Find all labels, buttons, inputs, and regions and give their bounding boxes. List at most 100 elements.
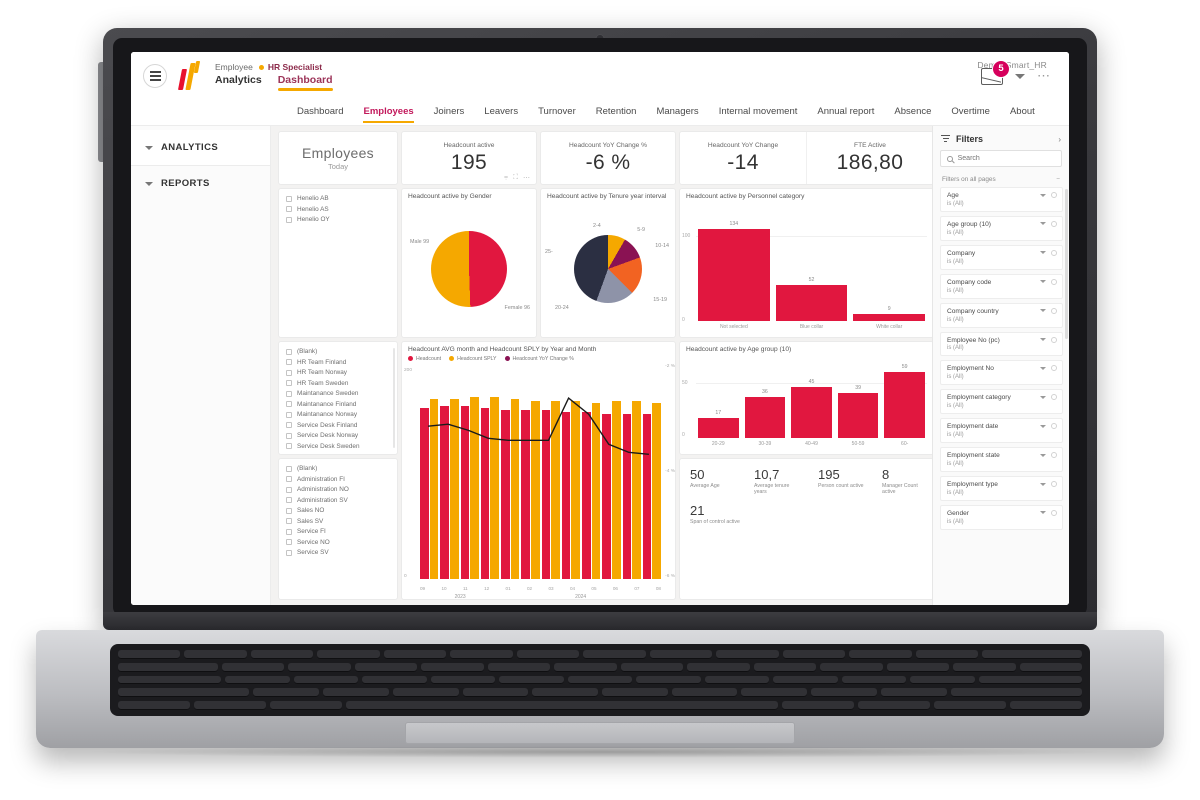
checkbox-icon[interactable] [286, 411, 292, 418]
checkbox-icon[interactable] [286, 465, 292, 472]
tab-internal-movement[interactable]: Internal movement [719, 106, 798, 119]
chevron-down-icon[interactable] [1040, 511, 1046, 515]
chevron-down-icon[interactable] [1040, 193, 1046, 197]
clear-filter-icon[interactable] [1051, 509, 1057, 516]
filter-card-company-code[interactable]: Company code is (All) [940, 273, 1063, 299]
filter-card-employment-state[interactable]: Employment state is (All) [940, 447, 1063, 473]
checkbox-icon[interactable] [286, 369, 292, 376]
chevron-down-icon[interactable] [1040, 482, 1046, 486]
checkbox-icon[interactable] [286, 486, 292, 493]
tab-dashboard[interactable]: Dashboard [297, 106, 343, 119]
checkbox-icon[interactable] [286, 507, 292, 514]
menu-icon[interactable] [143, 64, 167, 88]
kpi-headcount-yoy-change-pct[interactable]: Headcount YoY Change % -6 % [541, 132, 675, 184]
bar[interactable]: 9 White collar [853, 306, 926, 330]
filter-card-company-country[interactable]: Company country is (All) [940, 302, 1063, 328]
list-item[interactable]: Henelio AS [286, 206, 390, 213]
scrollbar[interactable] [1065, 189, 1068, 339]
scrollbar[interactable] [393, 348, 395, 448]
list-item[interactable]: Henelio OY [286, 216, 390, 223]
checkbox-icon[interactable] [286, 539, 292, 545]
checkbox-icon[interactable] [286, 401, 292, 407]
tab-annual-report[interactable]: Annual report [817, 106, 874, 119]
checkbox-icon[interactable] [286, 549, 292, 556]
clear-filter-icon[interactable] [1051, 336, 1057, 343]
kpi-headcount-yoy-change[interactable]: Headcount YoY Change -14 [680, 132, 807, 184]
clear-filter-icon[interactable] [1051, 278, 1057, 285]
checkbox-icon[interactable] [286, 216, 292, 223]
list-item[interactable]: Service NO [286, 539, 390, 546]
clear-filter-icon[interactable] [1051, 481, 1057, 488]
list-item[interactable]: HR Team Finland [286, 359, 390, 366]
filter-card-gender[interactable]: Gender is (All) [940, 504, 1063, 530]
clear-filter-icon[interactable] [1051, 365, 1057, 372]
clear-filter-icon[interactable] [1051, 423, 1057, 430]
bar[interactable]: 59 60- [884, 364, 925, 447]
list-item[interactable]: HR Team Norway [286, 369, 390, 376]
filter-card-employee-no[interactable]: Employee No (pc) is (All) [940, 331, 1063, 357]
list-item[interactable]: Sales SV [286, 518, 390, 525]
chart-headcount-by-age-group[interactable]: Headcount active by Age group (10) 50 0 … [680, 342, 932, 454]
chart-headcount-by-gender[interactable]: Headcount active by Gender Male 99 Femal… [402, 189, 536, 337]
clear-filter-icon[interactable] [1051, 452, 1057, 459]
list-item[interactable]: Maintanance Sweden [286, 390, 390, 397]
tab-absence[interactable]: Absence [894, 106, 931, 119]
checkbox-icon[interactable] [286, 390, 292, 397]
chevron-down-icon[interactable] [1040, 309, 1046, 313]
checkbox-icon[interactable] [286, 443, 292, 449]
slicer-team[interactable]: (Blank) HR Team Finland HR Team Norway H… [279, 342, 397, 454]
list-item[interactable]: Service Desk Sweden [286, 443, 390, 450]
focus-mode-icon[interactable]: ⛶ [513, 174, 518, 182]
summary-metrics-card[interactable]: 50 Average Age 10,7 Average tenure years… [680, 459, 932, 599]
tab-overtime[interactable]: Overtime [951, 106, 990, 119]
checkbox-icon[interactable] [286, 359, 292, 365]
filters-search[interactable] [940, 150, 1062, 167]
list-item[interactable]: Maintanance Finland [286, 401, 390, 408]
filter-card-age-group[interactable]: Age group (10) is (All) [940, 215, 1063, 241]
tab-about[interactable]: About [1010, 106, 1035, 119]
list-item[interactable]: Service Desk Finland [286, 422, 390, 429]
tab-employees[interactable]: Employees [363, 106, 414, 123]
tab-leavers[interactable]: Leavers [484, 106, 518, 119]
clear-filter-icon[interactable] [1051, 394, 1057, 401]
list-item[interactable]: Henelio AB [286, 195, 390, 202]
bar[interactable]: 52 Blue collar [775, 277, 848, 330]
legend-item-headcount-sply[interactable]: Headcount SPLY [449, 356, 497, 362]
filter-card-age[interactable]: Age is (All) [940, 187, 1063, 212]
list-item[interactable]: Maintanance Norway [286, 411, 390, 418]
chart-headcount-avg-vs-sply[interactable]: Headcount AVG month and Headcount SPLY b… [402, 342, 675, 599]
tab-joiners[interactable]: Joiners [434, 106, 465, 119]
list-item[interactable]: (Blank) [286, 465, 390, 472]
tab-retention[interactable]: Retention [596, 106, 637, 119]
chevron-down-icon[interactable] [1040, 366, 1046, 370]
filter-card-company[interactable]: Company is (All) [940, 244, 1063, 270]
mail-icon[interactable]: 5 [981, 59, 1010, 85]
tab-managers[interactable]: Managers [656, 106, 698, 119]
more-options-icon[interactable]: ⋯ [523, 174, 530, 182]
clear-filter-icon[interactable] [1051, 220, 1057, 227]
expand-pane-icon[interactable]: › [1058, 135, 1061, 144]
visual-toolbar[interactable]: ⩦ ⛶ ⋯ [504, 174, 530, 182]
chevron-down-icon[interactable] [1040, 338, 1046, 342]
checkbox-icon[interactable] [286, 206, 292, 212]
bar[interactable]: 17 20-29 [698, 410, 739, 447]
clear-filter-icon[interactable] [1051, 249, 1057, 256]
list-item[interactable]: Service FI [286, 528, 390, 535]
list-item[interactable]: Administration SV [286, 497, 390, 504]
nav-tab-dashboard[interactable]: Dashboard [277, 74, 333, 91]
checkbox-icon[interactable] [286, 380, 292, 386]
nav-tab-analytics[interactable]: Analytics [215, 74, 262, 90]
chevron-down-icon[interactable] [1040, 280, 1046, 284]
chevron-down-icon[interactable] [1040, 453, 1046, 457]
filter-card-employment-category[interactable]: Employment category is (All) [940, 389, 1063, 415]
list-item[interactable]: Administration NO [286, 486, 390, 493]
chart-headcount-by-tenure[interactable]: Headcount active by Tenure year interval… [541, 189, 675, 337]
chevron-down-icon[interactable] [1015, 73, 1025, 79]
filter-card-employment-date[interactable]: Employment date is (All) [940, 418, 1063, 444]
chevron-down-icon[interactable] [1040, 251, 1046, 255]
bar[interactable]: 45 40-49 [791, 379, 832, 447]
more-options-icon[interactable]: ⋯ [1037, 68, 1051, 84]
list-item[interactable]: HR Team Sweden [286, 380, 390, 387]
chevron-down-icon[interactable] [1040, 395, 1046, 399]
filter-card-employment-type[interactable]: Employment type is (All) [940, 476, 1063, 501]
